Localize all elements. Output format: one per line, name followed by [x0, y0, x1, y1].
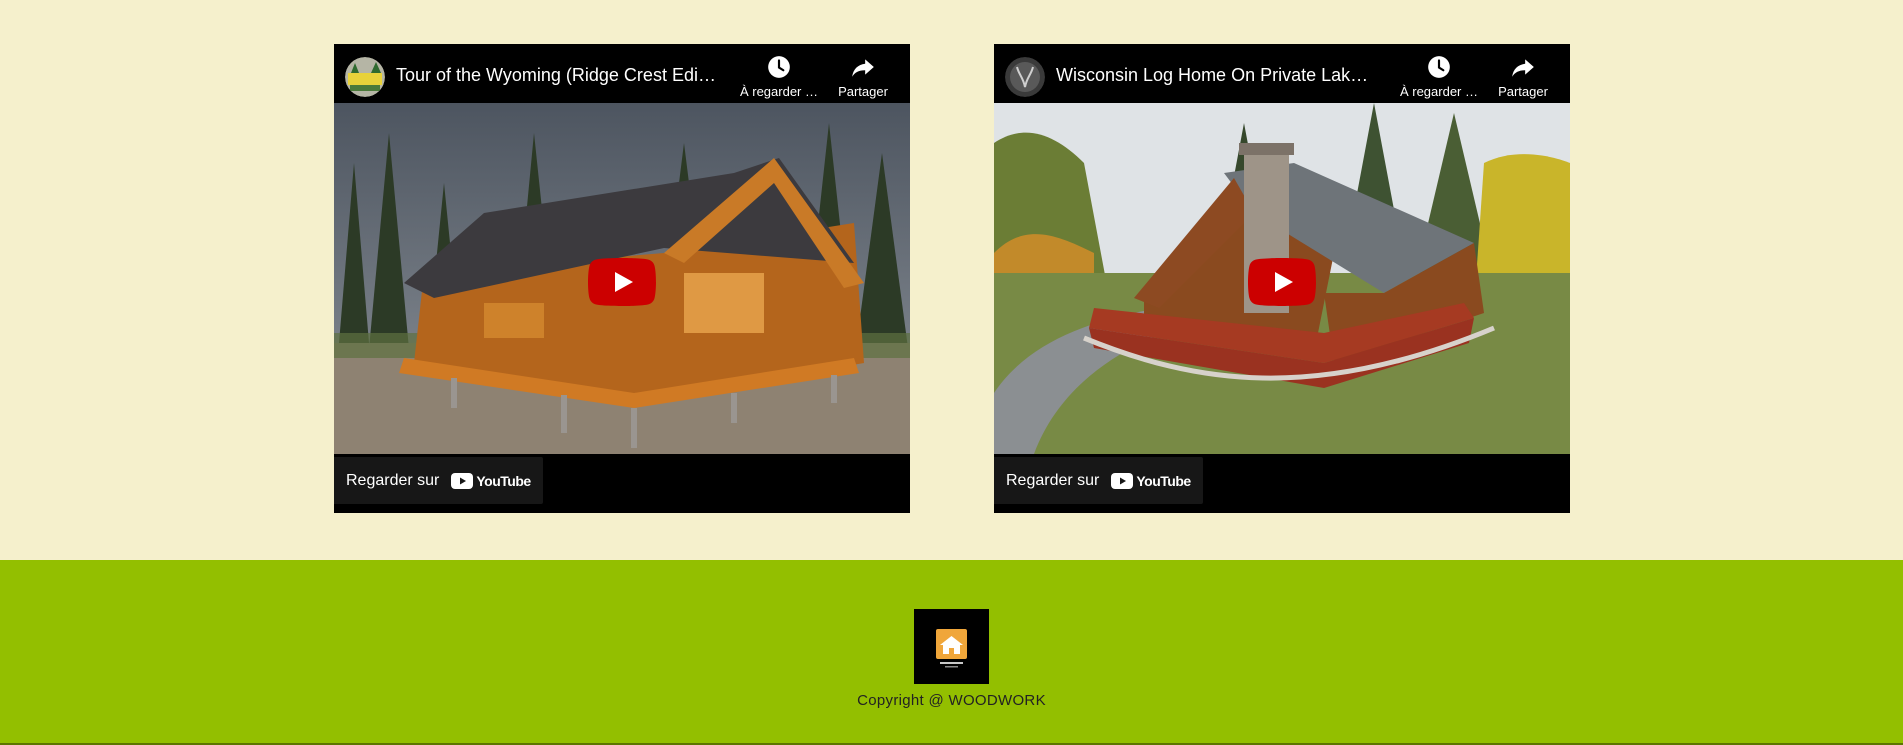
- watch-on-youtube-button[interactable]: Regarder sur YouTube: [334, 457, 543, 504]
- youtube-wordmark: YouTube: [476, 472, 531, 489]
- video-section: Tour of the Wyoming (Ridge Crest Editi… …: [0, 44, 1903, 513]
- channel-avatar[interactable]: [345, 57, 385, 97]
- share-label: Partager: [1498, 84, 1548, 99]
- watch-later-label: À regarder …: [1399, 84, 1479, 99]
- youtube-logo-icon: YouTube: [451, 472, 531, 489]
- youtube-wordmark: YouTube: [1136, 472, 1191, 489]
- video-title[interactable]: Wisconsin Log Home On Private Lake F…: [1056, 65, 1376, 86]
- clock-icon: [1428, 56, 1450, 78]
- play-button[interactable]: [1248, 258, 1316, 306]
- video-title[interactable]: Tour of the Wyoming (Ridge Crest Editi…: [396, 65, 716, 86]
- video-footer: Regarder sur YouTube: [994, 454, 1570, 513]
- watch-later-button[interactable]: À regarder …: [1391, 54, 1487, 99]
- clock-icon: [768, 56, 790, 78]
- watch-on-label: Regarder sur: [346, 471, 440, 489]
- woodwork-logo[interactable]: [914, 609, 989, 684]
- site-footer: Copyright @ WOODWORK: [0, 560, 1903, 745]
- copyright-text: Copyright @ WOODWORK: [857, 692, 1046, 709]
- watch-later-button[interactable]: À regarder …: [731, 54, 827, 99]
- play-button[interactable]: [588, 258, 656, 306]
- video-embed-1[interactable]: Tour of the Wyoming (Ridge Crest Editi… …: [334, 44, 910, 513]
- youtube-logo-icon: YouTube: [1111, 472, 1191, 489]
- video-header: Wisconsin Log Home On Private Lake F… À …: [994, 44, 1570, 103]
- watch-on-youtube-button[interactable]: Regarder sur YouTube: [994, 457, 1203, 504]
- share-arrow-icon: [1512, 59, 1534, 77]
- share-label: Partager: [838, 84, 888, 99]
- watch-later-label: À regarder …: [739, 84, 819, 99]
- watch-on-label: Regarder sur: [1006, 471, 1100, 489]
- share-button[interactable]: Partager: [815, 54, 910, 99]
- video-embed-2[interactable]: Wisconsin Log Home On Private Lake F… À …: [994, 44, 1570, 513]
- share-button[interactable]: Partager: [1475, 54, 1570, 99]
- share-arrow-icon: [852, 59, 874, 77]
- video-header: Tour of the Wyoming (Ridge Crest Editi… …: [334, 44, 910, 103]
- channel-avatar[interactable]: [1005, 57, 1045, 97]
- video-footer: Regarder sur YouTube: [334, 454, 910, 513]
